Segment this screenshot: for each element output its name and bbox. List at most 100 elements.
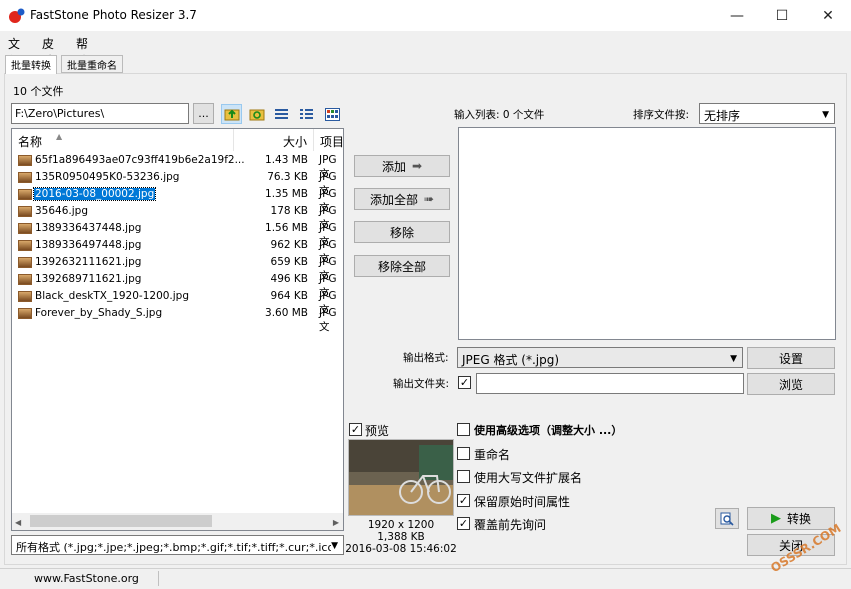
file-name: 135R0950495K0-53236.jpg (35, 171, 180, 183)
file-name: 1389336497448.jpg (35, 239, 142, 251)
scroll-right-icon[interactable]: ▶ (333, 518, 339, 527)
file-filter-select[interactable]: 所有格式 (*.jpg;*.jpe;*.jpeg;*.bmp;*.gif;*.t… (11, 535, 344, 555)
tab-batch-convert[interactable]: 批量转换 (5, 55, 57, 74)
file-row[interactable]: 2016-03-08_00002.jpg 1.35 MB JPG 文 (12, 187, 343, 214)
image-file-icon (18, 206, 32, 217)
output-folder-checkbox[interactable]: ✓ (458, 376, 471, 389)
horizontal-scrollbar[interactable]: ◀ ▶ (12, 513, 343, 530)
sort-select[interactable]: 无排序 ▼ (699, 103, 835, 124)
refresh-folder-icon[interactable] (246, 104, 267, 124)
output-folder-input[interactable] (476, 373, 744, 394)
column-header-type[interactable]: 项目 (314, 129, 343, 151)
convert-button-label: 转换 (786, 512, 811, 526)
file-name: Forever_by_Shady_S.jpg (35, 307, 163, 319)
file-filter-value: 所有格式 (*.jpg;*.jpe;*.jpeg;*.bmp;*.gif;*.t… (16, 541, 335, 554)
file-name: Black_deskTX_1920-1200.jpg (35, 290, 190, 302)
settings-button[interactable]: 设置 (747, 347, 835, 369)
file-row[interactable]: 1392632111621.jpg 659 KB JPG 文 (12, 255, 343, 282)
list-view-icon[interactable] (271, 104, 292, 124)
rename-label: 重命名 (474, 448, 511, 462)
confirm-overwrite-checkbox[interactable]: ✓ (457, 517, 470, 530)
image-file-icon (18, 240, 32, 251)
add-all-button[interactable]: 添加全部 ➠ (354, 188, 450, 210)
chevron-down-icon: ▼ (822, 110, 829, 120)
output-format-label: 输出格式: (403, 352, 449, 364)
status-website[interactable]: www.FastStone.org (34, 572, 139, 585)
remove-all-button[interactable]: 移除全部 (354, 255, 450, 277)
output-format-value: JPEG 格式 (*.jpg) (462, 353, 560, 367)
status-divider (158, 571, 159, 586)
magnifier-icon (720, 512, 734, 526)
input-list-box[interactable] (458, 127, 836, 340)
file-size: 76.3 KB (267, 171, 308, 183)
column-header-size[interactable]: 大小 (234, 129, 314, 151)
column-name-label: 名称 (18, 135, 43, 149)
minimize-button[interactable]: — (714, 0, 760, 31)
add-all-button-label: 添加全部 (369, 192, 418, 207)
preview-datetime: 2016-03-08 15:46:02 (345, 543, 457, 555)
browse-button[interactable]: 浏览 (747, 373, 835, 395)
uppercase-ext-checkbox[interactable] (457, 470, 470, 483)
file-row[interactable]: 35646.jpg 178 KB JPG 文 (12, 204, 343, 231)
image-file-icon (18, 274, 32, 285)
thumbnail-view-icon[interactable] (322, 104, 343, 124)
image-file-icon (18, 257, 32, 268)
file-row[interactable]: 1389336437448.jpg 1.56 MB JPG 文 (12, 221, 343, 248)
preview-thumbnail (348, 439, 454, 516)
file-size: 1.35 MB (265, 188, 308, 200)
preview-magnifier-button[interactable] (715, 508, 739, 529)
chevron-down-icon: ▼ (730, 354, 737, 364)
file-name: 1392632111621.jpg (35, 256, 142, 268)
input-list-label: 输入列表: 0 个文件 (454, 109, 545, 121)
rename-checkbox[interactable] (457, 447, 470, 460)
scroll-left-icon[interactable]: ◀ (15, 518, 21, 527)
maximize-button[interactable]: ☐ (759, 0, 805, 31)
image-file-icon (18, 189, 32, 200)
preview-checkbox[interactable]: ✓ (349, 423, 362, 436)
play-icon: ▶ (770, 511, 781, 526)
file-row[interactable]: Forever_by_Shady_S.jpg 3.60 MB JPG 文 (12, 306, 343, 333)
scrollbar-thumb[interactable] (30, 515, 212, 527)
file-size: 1.43 MB (265, 154, 308, 166)
output-folder-label: 输出文件夹: (393, 378, 450, 390)
close-window-button[interactable]: ✕ (805, 0, 851, 31)
advanced-options-label[interactable]: 使用高级选项（调整大小 ...） (474, 422, 622, 438)
tab-batch-rename[interactable]: 批量重命名 (61, 55, 123, 73)
file-row[interactable]: 1392689711621.jpg 496 KB JPG 文 (12, 272, 343, 299)
keep-timestamp-checkbox[interactable]: ✓ (457, 494, 470, 507)
file-list[interactable]: 名称 ▲ 大小 项目 65f1a896493ae07c93ff419b6e2a1… (11, 128, 344, 531)
file-row[interactable]: 65f1a896493ae07c93ff419b6e2a19f2... 1.43 … (12, 153, 343, 180)
file-size: 496 KB (270, 273, 308, 285)
sort-label: 排序文件按: (633, 109, 690, 121)
column-header-name[interactable]: 名称 ▲ (12, 129, 234, 151)
keep-timestamp-label: 保留原始时间属性 (474, 495, 571, 509)
output-format-select[interactable]: JPEG 格式 (*.jpg) ▼ (457, 347, 743, 368)
file-row[interactable]: 135R0950495K0-53236.jpg 76.3 KB JPG 文 (12, 170, 343, 197)
remove-button[interactable]: 移除 (354, 221, 450, 243)
sort-ascending-icon: ▲ (56, 132, 63, 141)
file-size: 1.56 MB (265, 222, 308, 234)
file-size: 178 KB (270, 205, 308, 217)
folder-up-icon[interactable] (221, 104, 242, 124)
bicycle-photo-icon (349, 440, 453, 515)
file-name: 65f1a896493ae07c93ff419b6e2a19f2... (35, 154, 245, 166)
advanced-options-checkbox[interactable] (457, 423, 470, 436)
file-row[interactable]: Black_deskTX_1920-1200.jpg 964 KB JPG 文 (12, 289, 343, 316)
file-type: JPG 文 (319, 307, 337, 333)
image-file-icon (18, 223, 32, 234)
path-input[interactable]: F:\Zero\Pictures\ (11, 103, 189, 124)
add-button[interactable]: 添加 ➡ (354, 155, 450, 177)
file-row[interactable]: 1389336497448.jpg 962 KB JPG 文 (12, 238, 343, 265)
details-view-icon[interactable] (296, 104, 317, 124)
convert-button[interactable]: ▶ 转换 (747, 507, 835, 530)
file-size: 659 KB (270, 256, 308, 268)
add-button-label: 添加 (381, 159, 406, 174)
file-size: 3.60 MB (265, 307, 308, 319)
window-title: FastStone Photo Resizer 3.7 (30, 8, 197, 22)
arrow-right-icon: ➡ (411, 159, 423, 173)
preview-dimensions: 1920 x 1200 (367, 519, 435, 531)
image-file-icon (18, 291, 32, 302)
file-name: 1392689711621.jpg (35, 273, 142, 285)
browse-folder-button[interactable]: ... (193, 103, 214, 124)
status-bar: www.FastStone.org (0, 568, 851, 589)
